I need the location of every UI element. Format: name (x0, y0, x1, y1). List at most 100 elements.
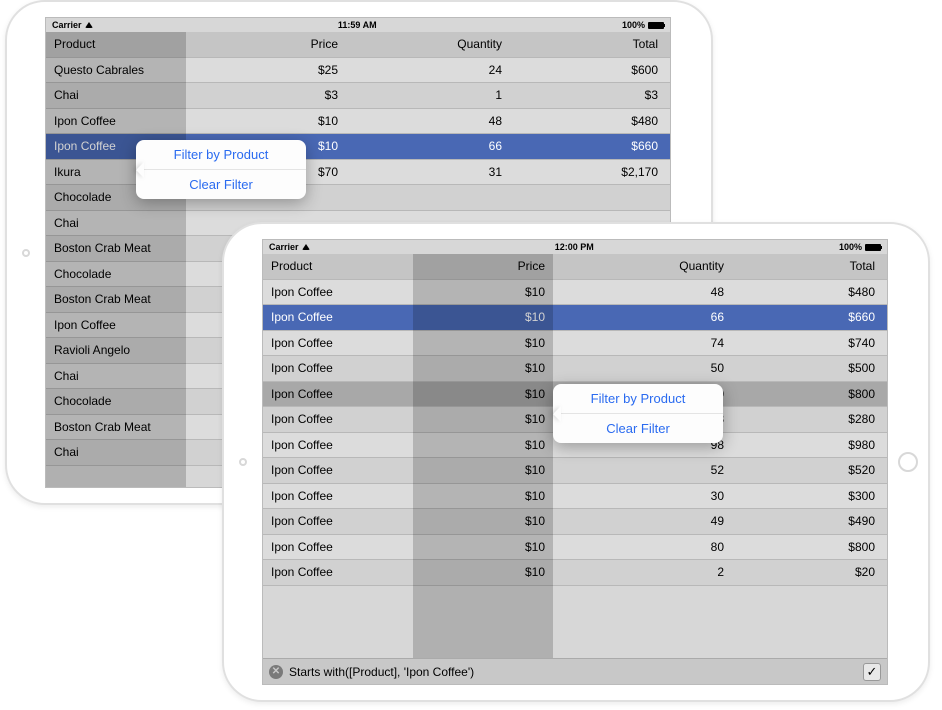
cell-product: Boston Crab Meat (46, 420, 186, 434)
wifi-icon (85, 22, 93, 28)
table-header[interactable]: Product Price Quantity Total (46, 32, 670, 58)
cell-total: $480 (510, 114, 670, 128)
table-header[interactable]: Product Price Quantity Total (263, 254, 887, 280)
cell-qty: 66 (553, 310, 732, 324)
cell-product: Chocolade (46, 394, 186, 408)
cell-total: $300 (732, 489, 887, 503)
table-row[interactable]: Questo Cabrales$2524$600 (46, 58, 670, 84)
table-row[interactable]: Chai$31$3 (46, 83, 670, 109)
clock-label: 12:00 PM (555, 242, 594, 252)
cell-total: $740 (732, 336, 887, 350)
cell-qty: 49 (553, 514, 732, 528)
cell-product: Ipon Coffee (263, 489, 413, 503)
cell-product: Boston Crab Meat (46, 292, 186, 306)
cell-product: Ipon Coffee (263, 285, 413, 299)
cell-price: $10 (413, 540, 553, 554)
filter-enabled-checkbox[interactable]: ✓ (863, 663, 881, 681)
carrier-label: Carrier (52, 20, 82, 30)
table-row[interactable]: Ipon Coffee$1048$480 (46, 109, 670, 135)
wifi-icon (302, 244, 310, 250)
cell-product: Ravioli Angelo (46, 343, 186, 357)
camera-icon (22, 249, 30, 257)
cell-total: $660 (732, 310, 887, 324)
table-row[interactable]: Ipon Coffee$1080$800 (263, 535, 887, 561)
cell-qty: 1 (346, 88, 510, 102)
col-total[interactable]: Total (732, 259, 887, 273)
cell-total: $520 (732, 463, 887, 477)
status-bar: Carrier 11:59 AM 100% (46, 18, 670, 32)
cell-total: $480 (732, 285, 887, 299)
clear-filter-item[interactable]: Clear Filter (553, 413, 723, 443)
table-row[interactable]: Ipon Coffee$1049$490 (263, 509, 887, 535)
filter-bar: ✕ Starts with([Product], 'Ipon Coffee') … (263, 658, 887, 684)
cell-price: $10 (413, 361, 553, 375)
cell-product: Questo Cabrales (46, 63, 186, 77)
cell-product: Ipon Coffee (263, 387, 413, 401)
cell-product: Ipon Coffee (263, 565, 413, 579)
carrier-label: Carrier (269, 242, 299, 252)
context-popover: Filter by Product Clear Filter (553, 384, 723, 443)
table-row[interactable]: Ipon Coffee$1066$660 (263, 305, 887, 331)
cell-product: Chai (46, 445, 186, 459)
col-quantity[interactable]: Quantity (553, 259, 732, 273)
tablet-device-front: Carrier 12:00 PM 100% Product Price Quan… (222, 222, 930, 702)
table-row[interactable]: Ipon Coffee$1030$300 (263, 484, 887, 510)
cell-total: $3 (510, 88, 670, 102)
cell-total: $980 (732, 438, 887, 452)
battery-icon (865, 244, 881, 251)
table-row[interactable]: Ipon Coffee$1050$500 (263, 356, 887, 382)
col-quantity[interactable]: Quantity (346, 37, 510, 51)
table-row[interactable]: Ipon Coffee$1048$480 (263, 280, 887, 306)
cell-qty: 80 (553, 540, 732, 554)
cell-qty: 66 (346, 139, 510, 153)
cell-price: $10 (413, 514, 553, 528)
col-product[interactable]: Product (263, 259, 413, 273)
col-product[interactable]: Product (46, 37, 186, 51)
cell-price: $10 (413, 336, 553, 350)
cell-product: Ipon Coffee (263, 514, 413, 528)
table-row[interactable]: Ipon Coffee$102$20 (263, 560, 887, 586)
cell-product: Chai (46, 369, 186, 383)
cell-price: $10 (186, 114, 346, 128)
cell-product: Ipon Coffee (263, 540, 413, 554)
cell-product: Chocolade (46, 267, 186, 281)
battery-label: 100% (622, 20, 645, 30)
cell-total: $2,170 (510, 165, 670, 179)
cell-product: Chai (46, 88, 186, 102)
filter-by-product-item[interactable]: Filter by Product (136, 140, 306, 169)
cell-total: $490 (732, 514, 887, 528)
cell-qty: 30 (553, 489, 732, 503)
cell-product: Ipon Coffee (46, 318, 186, 332)
grid-front[interactable]: Product Price Quantity Total Ipon Coffee… (263, 254, 887, 684)
cell-price: $10 (413, 438, 553, 452)
cell-product: Ipon Coffee (263, 412, 413, 426)
cell-total: $660 (510, 139, 670, 153)
col-price[interactable]: Price (186, 37, 346, 51)
cell-qty: 48 (553, 285, 732, 299)
cell-total: $800 (732, 540, 887, 554)
cell-price: $25 (186, 63, 346, 77)
table-row[interactable]: Ipon Coffee$1052$520 (263, 458, 887, 484)
filter-expression: Starts with([Product], 'Ipon Coffee') (289, 665, 474, 679)
cell-product: Ipon Coffee (263, 310, 413, 324)
clear-filter-item[interactable]: Clear Filter (136, 169, 306, 199)
table-row[interactable]: Ipon Coffee$1074$740 (263, 331, 887, 357)
battery-icon (648, 22, 664, 29)
cell-qty: 50 (553, 361, 732, 375)
cell-product: Ipon Coffee (263, 438, 413, 452)
home-button[interactable] (898, 452, 918, 472)
cell-price: $10 (413, 285, 553, 299)
cell-qty: 74 (553, 336, 732, 350)
cell-product: Ipon Coffee (263, 336, 413, 350)
col-total[interactable]: Total (510, 37, 670, 51)
close-filter-icon[interactable]: ✕ (269, 665, 283, 679)
screen-front: Carrier 12:00 PM 100% Product Price Quan… (262, 239, 888, 685)
clock-label: 11:59 AM (338, 20, 377, 30)
col-price[interactable]: Price (413, 259, 553, 273)
camera-icon (239, 458, 247, 466)
cell-qty: 31 (346, 165, 510, 179)
filter-by-product-item[interactable]: Filter by Product (553, 384, 723, 413)
cell-total: $800 (732, 387, 887, 401)
cell-qty: 2 (553, 565, 732, 579)
cell-total: $600 (510, 63, 670, 77)
